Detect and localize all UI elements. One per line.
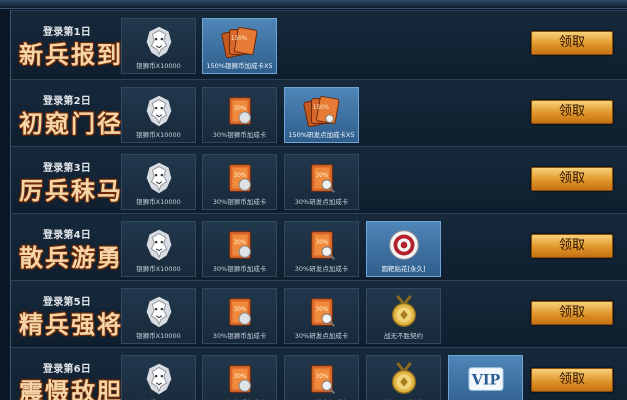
reward-row: 登录第1日 新兵报到 银狮币X10000 150% 150%银狮币加成卡X5 领取 bbox=[11, 10, 627, 74]
reward-item-caption: 银狮币X10000 bbox=[136, 265, 181, 273]
reward-item[interactable]: 银狮币X10000 bbox=[121, 288, 196, 344]
reward-item[interactable]: 30% 30%研发点加成卡 bbox=[284, 288, 359, 344]
research-bonus-cards-icon: 150% bbox=[303, 92, 341, 130]
reward-item[interactable]: 150% 150%研发点加成卡X5 bbox=[284, 87, 359, 143]
svg-text:30%: 30% bbox=[234, 106, 247, 112]
reward-item-caption: 150%研发点加成卡X5 bbox=[288, 131, 355, 139]
reward-item[interactable]: 30% 30%银狮币加成卡 bbox=[202, 154, 277, 210]
reward-item[interactable]: 150% 150%银狮币加成卡X5 bbox=[202, 18, 277, 74]
svg-text:30%: 30% bbox=[234, 173, 247, 179]
research-bonus-card-icon: 30% bbox=[303, 226, 341, 264]
lion-coin-icon bbox=[140, 293, 178, 331]
svg-text:30%: 30% bbox=[316, 240, 329, 246]
svg-text:30%: 30% bbox=[316, 307, 329, 313]
lion-coin-icon bbox=[140, 159, 178, 197]
svg-text:30%: 30% bbox=[234, 307, 247, 313]
reward-row: 登录第2日 初窥门径 银狮币X10000 30% 30%银狮币加成卡 150% 150%研发… bbox=[11, 79, 627, 143]
reward-item[interactable]: 30% 30%银狮币加成卡 bbox=[202, 221, 277, 277]
reward-item[interactable]: 圆靶贴花[永久] bbox=[366, 221, 441, 277]
reward-item-caption: 圆靶贴花[永久] bbox=[381, 265, 426, 273]
reward-item-caption: 银狮币X10000 bbox=[136, 332, 181, 340]
claim-button[interactable]: 领取 bbox=[531, 100, 613, 124]
reward-tier-title: 厉兵秣马 bbox=[19, 176, 123, 205]
claim-button[interactable]: 领取 bbox=[531, 301, 613, 325]
reward-item-caption: 银狮币X10000 bbox=[136, 198, 181, 206]
reward-tier-title: 散兵游勇 bbox=[19, 243, 123, 272]
svg-text:150%: 150% bbox=[231, 36, 248, 42]
reward-item[interactable]: 战无不胜契约 bbox=[366, 288, 441, 344]
research-bonus-card-icon: 30% bbox=[303, 293, 341, 331]
reward-item[interactable]: 银狮币X10000 bbox=[121, 355, 196, 400]
reward-item-caption: 30%银狮币加成卡 bbox=[212, 265, 267, 273]
reward-item-caption: 30%研发点加成卡 bbox=[294, 332, 349, 340]
medal-contract-icon bbox=[385, 293, 423, 331]
reward-item-caption: 150%银狮币加成卡X5 bbox=[206, 62, 273, 70]
reward-item[interactable]: 银狮币X10000 bbox=[121, 87, 196, 143]
reward-row: 登录第5日 精兵强将 银狮币X10000 30% 30%银狮币加成卡 30% 30%研发点加… bbox=[11, 280, 627, 344]
lion-coin-icon bbox=[140, 92, 178, 130]
reward-item[interactable]: 30%30%银狮币加成卡 bbox=[202, 355, 277, 400]
reward-item[interactable]: 战无不胜契约 bbox=[366, 355, 441, 400]
reward-item-caption: 30%研发点加成卡 bbox=[294, 198, 349, 206]
reward-row: 登录第6日震慑敌胆银狮币X1000030%30%银狮币加成卡30%30%研发点加… bbox=[11, 347, 627, 400]
top-border bbox=[0, 0, 627, 9]
research-bonus-card-icon: 30% bbox=[303, 360, 341, 398]
vip-icon: VIP bbox=[467, 360, 505, 398]
research-bonus-card-icon: 30% bbox=[303, 159, 341, 197]
claim-button[interactable]: 领取 bbox=[531, 167, 613, 191]
svg-text:30%: 30% bbox=[316, 173, 329, 179]
reward-item-caption: 30%银狮币加成卡 bbox=[212, 198, 267, 206]
lion-coin-icon bbox=[140, 226, 178, 264]
reward-item-caption: 战无不胜契约 bbox=[384, 332, 423, 340]
svg-text:VIP: VIP bbox=[471, 373, 501, 389]
reward-tier-title: 初窥门径 bbox=[19, 109, 123, 138]
reward-item-caption: 银狮币X10000 bbox=[136, 131, 181, 139]
svg-text:30%: 30% bbox=[234, 240, 247, 246]
coin-bonus-card-icon: 30% bbox=[221, 360, 259, 398]
coin-bonus-cards-icon: 150% bbox=[221, 23, 259, 61]
coin-bonus-card-icon: 30% bbox=[221, 159, 259, 197]
reward-item[interactable]: 银狮币X10000 bbox=[121, 18, 196, 74]
svg-text:150%: 150% bbox=[313, 105, 330, 111]
target-decal-icon bbox=[385, 226, 423, 264]
reward-item[interactable]: 30% 30%研发点加成卡 bbox=[284, 154, 359, 210]
medal-contract-icon bbox=[385, 360, 423, 398]
reward-item[interactable]: 30% 30%银狮币加成卡 bbox=[202, 288, 277, 344]
reward-item-caption: 30%研发点加成卡 bbox=[294, 265, 349, 273]
reward-tier-title: 精兵强将 bbox=[19, 310, 123, 339]
reward-item-caption: 30%银狮币加成卡 bbox=[212, 332, 267, 340]
coin-bonus-card-icon: 30% bbox=[221, 293, 259, 331]
claim-button[interactable]: 领取 bbox=[531, 31, 613, 55]
lion-coin-icon bbox=[140, 23, 178, 61]
claim-button[interactable]: 领取 bbox=[531, 368, 613, 392]
svg-text:30%: 30% bbox=[316, 374, 329, 380]
reward-item[interactable]: 银狮币X10000 bbox=[121, 221, 196, 277]
coin-bonus-card-icon: 30% bbox=[221, 92, 259, 130]
reward-item-caption: 30%银狮币加成卡 bbox=[212, 131, 267, 139]
coin-bonus-card-icon: 30% bbox=[221, 226, 259, 264]
reward-row: 登录第3日 厉兵秣马 银狮币X10000 30% 30%银狮币加成卡 30% 30%研发点加… bbox=[11, 146, 627, 210]
lion-coin-icon bbox=[140, 360, 178, 398]
reward-row: 登录第4日 散兵游勇 银狮币X10000 30% 30%银狮币加成卡 30% 30%研发点加… bbox=[11, 213, 627, 277]
reward-tier-title: 新兵报到 bbox=[19, 40, 123, 69]
reward-item[interactable]: 30%30%研发点加成卡 bbox=[284, 355, 359, 400]
reward-item-caption: 银狮币X10000 bbox=[136, 62, 181, 70]
reward-item[interactable]: 30% 30%银狮币加成卡 bbox=[202, 87, 277, 143]
reward-item[interactable]: VIPVIP1天 bbox=[448, 355, 523, 400]
svg-text:30%: 30% bbox=[234, 374, 247, 380]
reward-item[interactable]: 银狮币X10000 bbox=[121, 154, 196, 210]
reward-tier-title: 震慑敌胆 bbox=[19, 377, 123, 400]
reward-item[interactable]: 30% 30%研发点加成卡 bbox=[284, 221, 359, 277]
claim-button[interactable]: 领取 bbox=[531, 234, 613, 258]
daily-login-rewards-panel: 登录第1日 新兵报到 银狮币X10000 150% 150%银狮币加成卡X5 领取 登录第2… bbox=[10, 10, 627, 400]
